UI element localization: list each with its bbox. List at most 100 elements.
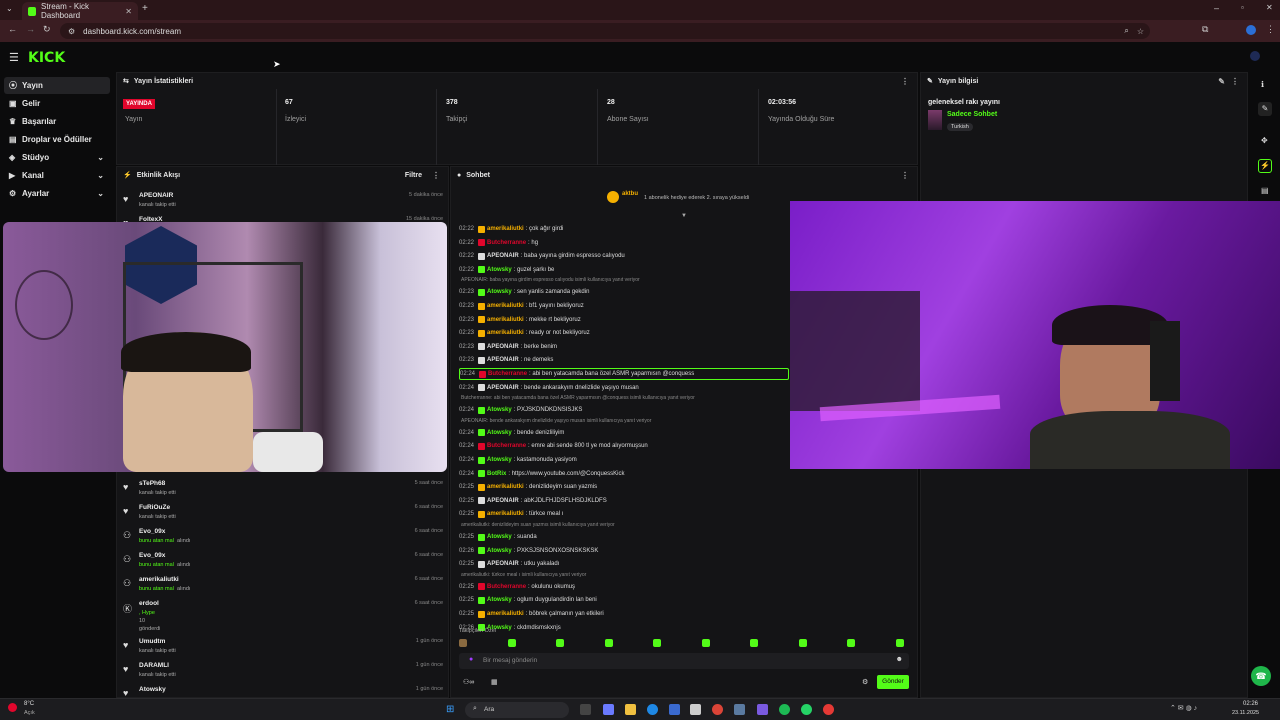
maximize-icon[interactable]: ▫	[1241, 3, 1244, 12]
chat-username[interactable]: Butcherranne	[487, 240, 526, 246]
obs-icon[interactable]	[823, 704, 834, 715]
chat-username[interactable]: Atowsky	[487, 430, 512, 436]
emote-icon[interactable]	[798, 639, 807, 647]
chrome-icon[interactable]	[712, 704, 723, 715]
chat-username[interactable]: amerikaliutki	[487, 226, 524, 232]
chat-username[interactable]: Butcherranne	[488, 371, 527, 377]
kick-logo[interactable]: KICK	[28, 50, 65, 66]
extensions-icon[interactable]: ⧉	[1202, 24, 1208, 35]
copilot-icon[interactable]	[603, 704, 614, 715]
discord-icon[interactable]	[757, 704, 768, 715]
whatsapp-icon[interactable]	[801, 704, 812, 715]
chat-username[interactable]: amerikaliutki	[487, 330, 524, 336]
username[interactable]: Atowsky	[139, 686, 166, 693]
chat-username[interactable]: APEONAIR	[487, 344, 519, 350]
chat-settings-icon[interactable]: ⚙	[862, 678, 868, 686]
chat-username[interactable]: APEONAIR	[487, 385, 519, 391]
chat-username[interactable]: Atowsky	[487, 534, 512, 540]
chat-username[interactable]: BotRix	[487, 471, 506, 477]
username[interactable]: APEONAIR	[139, 192, 173, 199]
username[interactable]: DARAMLI	[139, 662, 169, 669]
task-view-icon[interactable]	[580, 704, 591, 715]
minimize-icon[interactable]: –	[1214, 3, 1219, 13]
settings-app-icon[interactable]	[734, 704, 745, 715]
emote-icon[interactable]	[459, 639, 467, 647]
filter-button[interactable]: Filtre	[405, 172, 422, 179]
chat-username[interactable]: APEONAIR	[487, 498, 519, 504]
sidebar-item-studyo[interactable]: ◈ Stüdyo ⌄	[4, 149, 110, 166]
chat-username[interactable]: APEONAIR	[487, 253, 519, 259]
notifications-icon[interactable]	[1250, 51, 1260, 61]
lightning-icon[interactable]: ⚡	[1258, 159, 1272, 173]
username[interactable]: sTePh68	[139, 480, 165, 487]
username[interactable]: erdool	[139, 600, 159, 607]
chat-username[interactable]: Butcherranne	[487, 443, 526, 449]
file-explorer-icon[interactable]	[625, 704, 636, 715]
chat-username[interactable]: APEONAIR	[487, 357, 519, 363]
send-button[interactable]: Gönder	[877, 675, 909, 689]
app-icon[interactable]	[690, 704, 701, 715]
username[interactable]: FuRiOuZe	[139, 504, 170, 511]
profile-avatar[interactable]	[1246, 25, 1256, 35]
new-tab-icon[interactable]: +	[142, 3, 148, 14]
chat-username[interactable]: amerikaliutki	[487, 317, 524, 323]
microphone-icon[interactable]: ●	[469, 656, 473, 663]
tray-icons[interactable]: ⌃ ✉ ◍ ♪	[1170, 704, 1197, 712]
taskbar-search[interactable]: ⌕ Ara	[465, 702, 569, 718]
crosshair-icon[interactable]: ✥	[1261, 136, 1268, 145]
browser-menu-icon[interactable]: ⋮	[1266, 24, 1275, 35]
back-icon[interactable]: ←	[8, 24, 17, 34]
chat-username[interactable]: Atowsky	[487, 407, 512, 413]
store-icon[interactable]	[669, 704, 680, 715]
more-options-icon[interactable]: ⋮	[901, 171, 909, 180]
emote-icon[interactable]	[604, 639, 613, 647]
zoom-icon[interactable]: ⌕	[1124, 26, 1128, 36]
hamburger-menu-icon[interactable]: ☰	[9, 51, 19, 64]
spotify-icon[interactable]	[779, 704, 790, 715]
sidebar-item-gelir[interactable]: ▣ Gelir	[4, 95, 110, 112]
weather-icon[interactable]	[8, 703, 17, 712]
emote-icon[interactable]	[556, 639, 564, 647]
username[interactable]: Umudtm	[139, 638, 165, 645]
edit-icon[interactable]: ✎	[1258, 102, 1272, 116]
emote-icon[interactable]	[750, 639, 758, 647]
site-info-icon[interactable]: ⚙	[68, 27, 75, 36]
chat-username[interactable]: amerikaliutki	[487, 484, 524, 490]
more-options-icon[interactable]: ⋮	[1231, 77, 1239, 86]
category-link[interactable]: Sadece Sohbet	[947, 111, 997, 118]
more-options-icon[interactable]: ⋮	[432, 171, 440, 180]
sidebar-item-droplar[interactable]: ▤ Droplar ve Ödüller	[4, 131, 110, 148]
browser-tab[interactable]: Stream - Kick Dashboard ✕	[22, 2, 138, 20]
more-options-icon[interactable]: ⋮	[901, 77, 909, 86]
chat-username[interactable]: Atowsky	[487, 548, 512, 554]
info-icon[interactable]: ℹ	[1261, 80, 1264, 89]
points-icon[interactable]: ⚇∞	[463, 678, 474, 686]
sidebar-item-ayarlar[interactable]: ⚙ Ayarlar ⌄	[4, 185, 110, 202]
close-tab-icon[interactable]: ✕	[125, 7, 132, 16]
chat-username[interactable]: Atowsky	[487, 289, 512, 295]
chat-username[interactable]: APEONAIR	[487, 561, 519, 567]
chat-username[interactable]: amerikaliutki	[487, 303, 524, 309]
tab-list-icon[interactable]: ⌄	[6, 4, 13, 13]
store-icon[interactable]: ▦	[491, 678, 498, 686]
emote-icon[interactable]	[653, 639, 661, 647]
sidebar-item-kanal[interactable]: ▶ Kanal ⌄	[4, 167, 110, 184]
emote-icon[interactable]	[507, 639, 516, 647]
emote-icon[interactable]	[847, 639, 855, 647]
bookmark-icon[interactable]: ☆	[1137, 27, 1144, 36]
windows-start-icon[interactable]: ⊞	[446, 704, 454, 715]
username[interactable]: amerikaliutki	[139, 576, 179, 583]
chat-username[interactable]: amerikaliutki	[487, 611, 524, 617]
sidebar-item-yayin[interactable]: ⦿ Yayın	[4, 77, 110, 94]
gift-username[interactable]: aktbu	[622, 191, 638, 197]
support-icon[interactable]: ☎	[1251, 666, 1271, 686]
chat-input[interactable]: ● Bir mesaj gönderin ☻	[459, 653, 909, 669]
chat-username[interactable]: Atowsky	[487, 597, 512, 603]
sidebar-item-basarilar[interactable]: ♛ Başarılar	[4, 113, 110, 130]
chat-username[interactable]: Butcherranne	[487, 584, 526, 590]
chat-username[interactable]: Atowsky	[487, 457, 512, 463]
chat-username[interactable]: Atowsky	[487, 267, 512, 273]
username[interactable]: Evo_09x	[139, 552, 165, 559]
emote-icon[interactable]	[895, 639, 904, 647]
address-input[interactable]: ⚙ dashboard.kick.com/stream ⌕ ☆	[60, 23, 1150, 39]
